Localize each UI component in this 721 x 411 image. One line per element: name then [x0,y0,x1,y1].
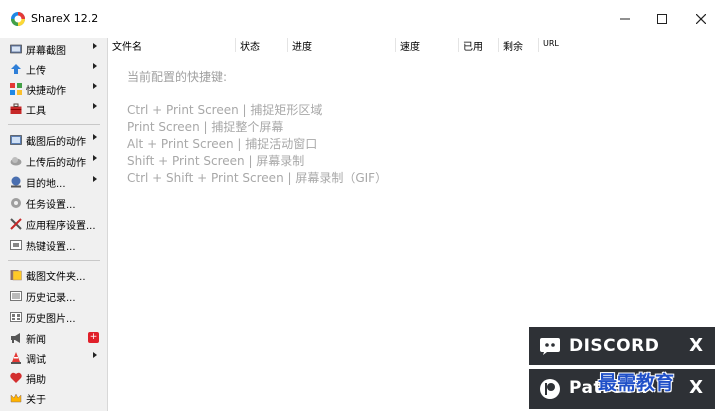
submenu-arrow-icon [93,43,97,49]
sidebar-item-screenshots-folder[interactable]: 截图文件夹... [0,265,107,285]
submenu-arrow-icon [93,63,97,69]
sidebar-item-quick-actions[interactable]: 快捷动作 [0,79,107,99]
watermark-text: 最需教育 [598,372,675,394]
submenu-arrow-icon [93,83,97,89]
sidebar-item-donate[interactable]: 捐助 [0,368,107,388]
menu-separator [8,124,100,125]
submenu-arrow-icon [93,176,97,182]
about-crown-icon [10,393,22,403]
task-settings-gear-icon [11,198,21,208]
close-button[interactable] [686,8,716,30]
sidebar-item-debug[interactable]: 调试 [0,348,107,368]
submenu-arrow-icon [93,103,97,109]
toolbox-icon [10,103,22,114]
discord-logo-icon [540,338,560,355]
patreon-logo-icon [540,379,560,399]
sidebar-item-upload[interactable]: 上传 [0,59,107,79]
discord-close-button[interactable]: X [689,335,703,356]
discord-banner[interactable]: DISCORD X [529,327,715,365]
sharex-logo-icon [11,12,25,26]
sidebar-item-capture[interactable]: 屏幕截图 [0,39,107,59]
window-title: ShareX 12.2 [31,12,99,25]
image-history-icon [10,312,22,322]
history-icon [10,291,22,301]
submenu-arrow-icon [93,155,97,161]
sidebar-item-about[interactable]: 关于 [0,388,107,408]
hotkey-line: Shift + Print Screen | 屏幕录制 [127,154,305,168]
sidebar-item-task-settings[interactable]: 任务设置... [0,193,107,213]
column-header-progress[interactable]: 进度 [288,38,396,53]
sidebar-item-image-history[interactable]: 历史图片... [0,307,107,327]
sidebar-item-after-upload[interactable]: 上传后的动作 [0,151,107,171]
upload-arrow-icon [11,64,21,74]
sidebar-item-news[interactable]: 新闻 + [0,328,107,348]
title-bar: ShareX 12.2 [0,0,721,38]
main-menu-sidebar: 屏幕截图 上传 快捷动作 工具 截图后的动作 上传后的动作 目的地... 任务设… [0,38,108,411]
maximize-icon [657,14,667,24]
submenu-arrow-icon [93,134,97,140]
hotkey-keyboard-icon [10,240,22,250]
sidebar-item-app-settings[interactable]: 应用程序设置... [0,214,107,234]
column-header-filename[interactable]: 文件名 [108,38,236,53]
sidebar-item-destinations[interactable]: 目的地... [0,172,107,192]
after-capture-icon [10,135,22,145]
column-header-remaining[interactable]: 剩余 [499,38,539,53]
sidebar-item-tools[interactable]: 工具 [0,99,107,119]
discord-label: DISCORD [569,336,660,356]
folder-icon [10,270,22,281]
hotkey-line: Print Screen | 捕捉整个屏幕 [127,120,284,134]
minimize-button[interactable] [610,8,640,30]
column-header-elapsed[interactable]: 已用 [459,38,499,53]
after-upload-cloud-icon [10,157,22,166]
sidebar-item-history[interactable]: 历史记录... [0,286,107,306]
debug-cone-icon [11,352,21,364]
screenshot-icon [10,44,22,54]
app-settings-tools-icon [10,218,22,230]
hotkey-line: Ctrl + Shift + Print Screen | 屏幕录制（GIF） [127,171,388,185]
megaphone-icon [11,333,20,343]
maximize-button[interactable] [647,8,677,30]
sidebar-item-hotkey-settings[interactable]: 热键设置... [0,235,107,255]
sidebar-item-after-capture[interactable]: 截图后的动作 [0,130,107,150]
submenu-arrow-icon [93,352,97,358]
menu-separator [8,260,100,261]
patreon-close-button[interactable]: X [689,377,703,398]
close-icon [696,14,706,24]
heart-icon [10,372,22,383]
column-header-status[interactable]: 状态 [236,38,288,53]
news-badge: + [88,332,99,343]
hotkeys-title: 当前配置的快捷键: [127,70,228,84]
hotkey-line: Alt + Print Screen | 捕捉活动窗口 [127,137,318,151]
minimize-icon [620,18,630,20]
destinations-globe-icon [11,176,21,188]
column-header-speed[interactable]: 速度 [396,38,459,53]
quick-actions-grid-icon [10,83,22,95]
column-header-url[interactable]: URL [539,38,721,52]
hotkey-line: Ctrl + Print Screen | 捕捉矩形区域 [127,103,323,117]
